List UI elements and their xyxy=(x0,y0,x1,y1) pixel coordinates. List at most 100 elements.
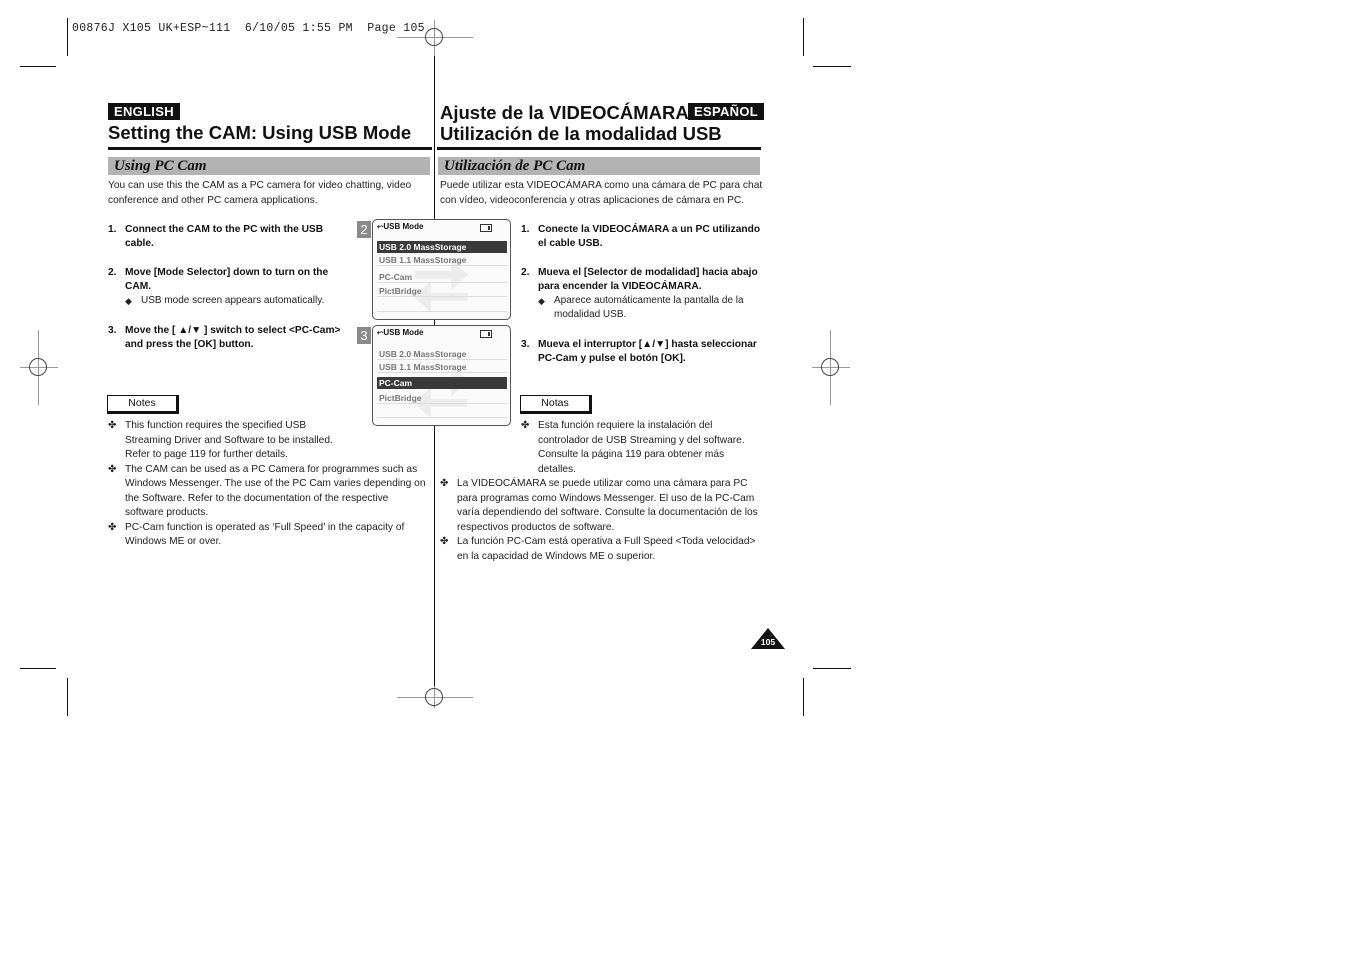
menu-item-pictbridge[interactable]: PictBridge xyxy=(377,392,507,404)
note-line: Consulte la página 119 para obtener más xyxy=(538,449,725,460)
step-number: 1. xyxy=(108,224,117,235)
step-text: and press the [OK] button. xyxy=(125,339,254,350)
intro-line: You can use this the CAM as a PC camera … xyxy=(108,180,412,191)
note-line: Streaming Driver and Software to be inst… xyxy=(125,434,333,446)
step-number: 1. xyxy=(521,224,530,235)
registration-mark xyxy=(29,358,47,376)
step-number: 2. xyxy=(108,267,117,278)
note-line: controlador de USB Streaming y del softw… xyxy=(538,434,745,446)
note-cross-icon: ✤ xyxy=(108,521,117,533)
step-sub-bullet: ◆ Aparece automáticamente la pantalla de… xyxy=(538,294,771,322)
step-number: 2. xyxy=(521,267,530,278)
note-line: La función PC-Cam está operativa a Full … xyxy=(457,536,756,547)
step-sub-bullet: ◆ USB mode screen appears automatically. xyxy=(125,294,353,308)
spanish-notes-list-continued: ✤ La VIDEOCÁMARA se puede utilizar como … xyxy=(440,477,770,564)
note-cross-icon: ✤ xyxy=(108,420,117,431)
menu-item-empty xyxy=(377,406,507,418)
sub-bullet-text: USB mode screen appears automatically. xyxy=(141,295,325,306)
note-line: the Software. Refer to the documentation… xyxy=(125,492,389,504)
note-item: ✤ La función PC-Cam está operativa a Ful… xyxy=(440,535,770,564)
note-line: Windows ME or over. xyxy=(125,536,222,547)
crop-mark xyxy=(803,678,804,716)
english-language-badge: ENGLISH xyxy=(108,103,180,120)
registration-mark xyxy=(425,688,443,706)
english-section-heading: Using PC Cam xyxy=(108,157,430,175)
crop-mark xyxy=(67,678,68,716)
step-text: PC-Cam y pulse el botón [OK]. xyxy=(538,353,686,364)
note-line: The CAM can be used as a PC Camera for p… xyxy=(125,463,418,475)
spanish-page-title: Ajuste de la VIDEOCÁMARA: Utilización de… xyxy=(440,102,722,144)
sub-bullet-text: modalidad USB. xyxy=(554,309,627,320)
english-notes-list: ✤ This function requires the specified U… xyxy=(108,419,433,550)
note-item: ✤ PC-Cam function is operated as ‘Full S… xyxy=(108,521,433,550)
menu-item-usb11[interactable]: USB 1.1 MassStorage xyxy=(377,361,507,373)
step-text: cable. xyxy=(125,238,154,249)
note-line: Refer to page 119 for further details. xyxy=(125,449,288,460)
spanish-notes-label: Notas xyxy=(520,395,592,414)
print-slug-header: 00876J X105 UK+ESP~111 6/10/05 1:55 PM P… xyxy=(72,22,425,35)
step-text: Mueva el interruptor [▲/▼] hasta selecci… xyxy=(538,339,757,350)
screen-step-number: 2 xyxy=(357,221,371,238)
usb-mode-screen-step-2: ⮂ ⬿USB Mode USB 2.0 MassStorage USB 1.1 … xyxy=(372,219,511,320)
step-text: Connect the CAM to the PC with the USB xyxy=(125,224,324,235)
crop-mark xyxy=(813,66,851,67)
diamond-bullet-icon: ◆ xyxy=(125,296,132,306)
note-item: ✤ The CAM can be used as a PC Camera for… xyxy=(108,463,433,521)
note-line: detalles. xyxy=(538,463,576,475)
menu-item-pictbridge[interactable]: PictBridge xyxy=(377,285,507,297)
step-number: 3. xyxy=(521,339,530,350)
crop-mark xyxy=(20,66,56,67)
title-line: Ajuste de la VIDEOCÁMARA: xyxy=(440,102,695,123)
note-cross-icon: ✤ xyxy=(108,463,117,475)
spanish-notes-list: ✤ Esta función requiere la instalación d… xyxy=(521,419,771,477)
intro-line: con vídeo, videoconferencia y otras apli… xyxy=(440,194,745,206)
english-step-2: 2. Move [Mode Selector] down to turn on … xyxy=(108,266,353,308)
note-cross-icon: ✤ xyxy=(440,478,449,489)
title-rule xyxy=(108,147,432,150)
spanish-step-3: 3. Mueva el interruptor [▲/▼] hasta sele… xyxy=(521,338,771,366)
note-line: en la capacidad de Windows ME o superior… xyxy=(457,550,656,562)
crop-mark xyxy=(803,18,804,56)
menu-item-usb20[interactable]: USB 2.0 MassStorage xyxy=(377,241,507,253)
screen-title-text: USB Mode xyxy=(383,222,424,231)
note-line: La VIDEOCÁMARA se puede utilizar como un… xyxy=(457,478,748,489)
step-text: el cable USB. xyxy=(538,238,603,249)
crop-mark xyxy=(813,668,851,669)
spanish-section-heading: Utilización de PC Cam xyxy=(438,157,760,175)
english-notes-label: Notes xyxy=(107,395,179,414)
spanish-step-2: 2. Mueva el [Selector de modalidad] haci… xyxy=(521,266,771,322)
screen-step-number: 3 xyxy=(357,327,371,344)
menu-item-empty xyxy=(377,300,507,312)
note-line: PC-Cam function is operated as ‘Full Spe… xyxy=(125,521,405,533)
menu-item-pc-cam[interactable]: PC-Cam xyxy=(377,377,507,389)
english-page-title: Setting the CAM: Using USB Mode xyxy=(108,122,412,143)
crop-mark xyxy=(20,668,56,669)
registration-mark xyxy=(821,358,839,376)
title-rule xyxy=(437,147,761,150)
spanish-intro: Puede utilizar esta VIDEOCÁMARA como una… xyxy=(440,179,770,208)
english-intro: You can use this the CAM as a PC camera … xyxy=(108,179,433,208)
title-line: Utilización de la modalidad USB xyxy=(440,123,722,144)
step-text: Move [Mode Selector] down to turn on the xyxy=(125,267,329,278)
note-line: Esta función requiere la instalación del xyxy=(538,420,713,431)
menu-item-pc-cam[interactable]: PC-Cam xyxy=(377,271,507,283)
screen-title: ⬿USB Mode xyxy=(377,222,423,232)
screen-title-text: USB Mode xyxy=(383,328,424,337)
usb-mode-screen-step-3: ⮂ ⬿USB Mode USB 2.0 MassStorage USB 1.1 … xyxy=(372,325,511,426)
intro-line: conference and other PC camera applicati… xyxy=(108,194,318,206)
spanish-language-badge: ESPAÑOL xyxy=(688,103,764,120)
battery-icon xyxy=(480,224,492,232)
battery-icon xyxy=(480,330,492,338)
step-text: Move the [ ▲/▼ ] switch to select <PC-Ca… xyxy=(125,325,341,336)
note-line: software products. xyxy=(125,507,209,518)
step-text: Conecte la VIDEOCÁMARA a un PC utilizand… xyxy=(538,224,761,235)
note-line: varía dependiendo del software. Consulte… xyxy=(457,507,758,518)
note-item: ✤ Esta función requiere la instalación d… xyxy=(521,419,771,477)
crop-mark xyxy=(67,18,68,56)
note-line: para programas como Windows Messenger. E… xyxy=(457,492,755,504)
note-line: Windows Messenger. The use of the PC Cam… xyxy=(125,478,426,489)
menu-item-usb11[interactable]: USB 1.1 MassStorage xyxy=(377,254,507,266)
menu-item-usb20[interactable]: USB 2.0 MassStorage xyxy=(377,348,507,360)
registration-mark xyxy=(425,28,443,46)
step-number: 3. xyxy=(108,325,117,336)
